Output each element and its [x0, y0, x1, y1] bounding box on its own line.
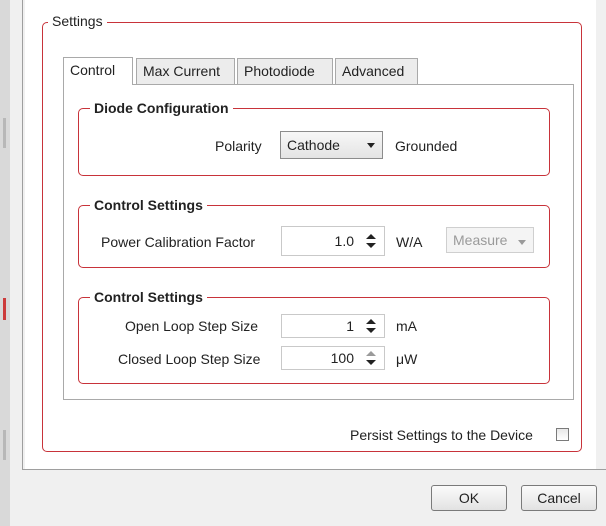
spin-up-icon[interactable]	[366, 351, 376, 356]
background-marker	[3, 118, 6, 148]
control-settings-title-2: Control Settings	[90, 289, 207, 305]
closed-loop-step-stepper[interactable]: 100	[281, 346, 385, 370]
grounded-label: Grounded	[395, 138, 458, 154]
spin-down-icon[interactable]	[366, 243, 376, 248]
ok-button[interactable]: OK	[431, 485, 507, 511]
closed-loop-step-label: Closed Loop Step Size	[118, 351, 261, 367]
tab-control[interactable]: Control	[63, 57, 133, 85]
chevron-down-icon	[367, 143, 375, 148]
open-loop-step-unit: mA	[396, 318, 417, 334]
spin-down-icon[interactable]	[366, 328, 376, 333]
polarity-dropdown[interactable]: Cathode	[280, 131, 383, 159]
open-loop-step-value: 1	[346, 318, 354, 334]
measure-value: Measure	[453, 232, 508, 248]
measure-dropdown[interactable]: Measure	[446, 227, 534, 253]
persist-settings-checkbox[interactable]	[556, 428, 569, 441]
tab-photodiode[interactable]: Photodiode	[237, 58, 333, 84]
dialog-button-bar	[22, 471, 606, 526]
power-calibration-stepper[interactable]: 1.0	[281, 226, 385, 256]
power-calibration-label: Power Calibration Factor	[101, 234, 256, 250]
tab-advanced[interactable]: Advanced	[335, 58, 418, 84]
open-loop-step-stepper[interactable]: 1	[281, 314, 385, 338]
spin-up-icon[interactable]	[366, 319, 376, 324]
control-settings-group-2	[78, 297, 550, 384]
polarity-label: Polarity	[215, 138, 262, 154]
chevron-down-icon	[518, 240, 526, 245]
polarity-value: Cathode	[287, 137, 340, 153]
cancel-button[interactable]: Cancel	[521, 485, 597, 511]
power-calibration-unit: W/A	[396, 234, 423, 250]
closed-loop-step-value: 100	[330, 350, 354, 366]
power-calibration-value: 1.0	[334, 233, 354, 249]
spin-down-icon[interactable]	[366, 360, 376, 365]
background-marker-red	[3, 298, 6, 320]
open-loop-step-label: Open Loop Step Size	[125, 318, 259, 334]
settings-group-title: Settings	[48, 13, 107, 29]
spin-up-icon[interactable]	[366, 234, 376, 239]
diode-configuration-title: Diode Configuration	[90, 100, 233, 116]
closed-loop-step-unit: μW	[396, 351, 418, 367]
persist-settings-label: Persist Settings to the Device	[350, 427, 533, 443]
control-settings-title-1: Control Settings	[90, 197, 207, 213]
background-marker	[3, 430, 6, 460]
background-window-edge	[0, 0, 10, 526]
tab-max-current[interactable]: Max Current	[136, 58, 235, 84]
